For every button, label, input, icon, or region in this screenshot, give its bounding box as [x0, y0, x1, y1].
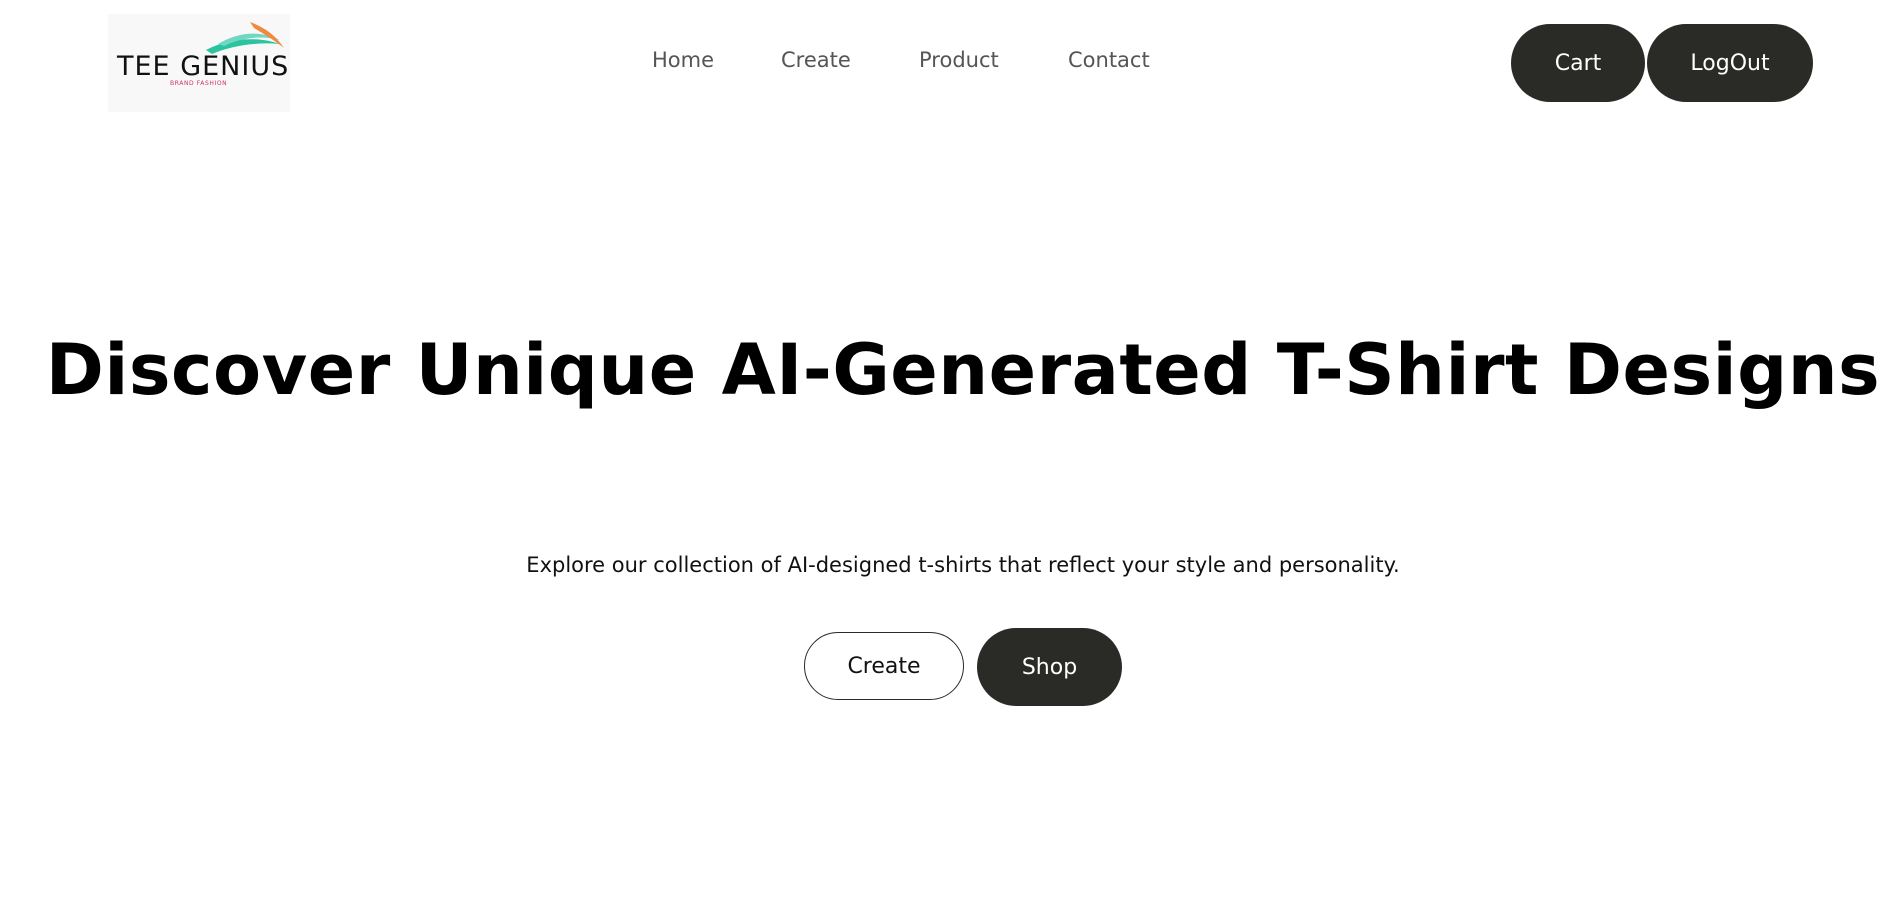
logo-wordmark: TEE GENIUS: [116, 51, 289, 82]
nav-create-link[interactable]: Create: [781, 42, 851, 78]
logo-tagline: BRAND FASHION: [170, 80, 227, 87]
hero-subtitle: Explore our collection of AI-designed t-…: [526, 553, 1400, 577]
hero-shop-button[interactable]: Shop: [977, 628, 1122, 706]
nav-contact-link[interactable]: Contact: [1068, 42, 1150, 78]
nav-home-link[interactable]: Home: [652, 42, 714, 78]
nav-product-link[interactable]: Product: [919, 42, 999, 78]
logo-graphic: TEE GENIUS BRAND FASHION: [116, 22, 289, 87]
brand-logo[interactable]: TEE GENIUS BRAND FASHION: [108, 14, 290, 112]
hero-title: Discover Unique AI-Generated T-Shirt Des…: [45, 329, 1881, 411]
logout-button[interactable]: LogOut: [1647, 24, 1813, 102]
hero-create-button[interactable]: Create: [804, 632, 964, 700]
cart-button[interactable]: Cart: [1511, 24, 1645, 102]
page: TEE GENIUS BRAND FASHION Home Create Pro…: [0, 0, 1893, 922]
